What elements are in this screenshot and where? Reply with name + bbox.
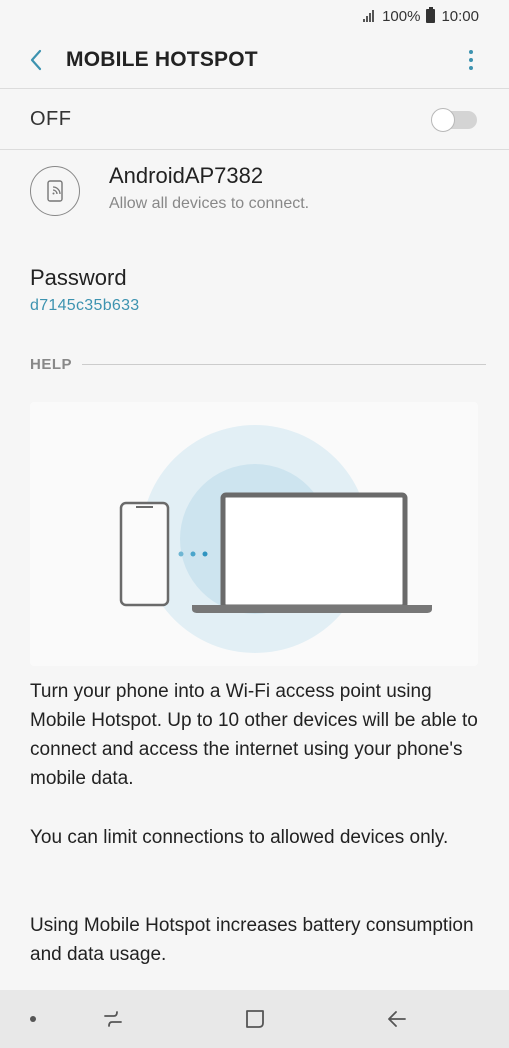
- network-name: AndroidAP7382: [109, 163, 264, 188]
- nav-hide-dot[interactable]: [30, 1016, 36, 1022]
- hotspot-toggle[interactable]: [431, 108, 477, 132]
- app-bar: MOBILE HOTSPOT: [0, 32, 509, 88]
- password-row[interactable]: Password d7145c35b633: [0, 258, 509, 326]
- help-paragraph: You can limit connections to allowed dev…: [30, 827, 449, 848]
- back-icon: [388, 1011, 406, 1027]
- password-label: Password: [30, 265, 127, 290]
- home-button[interactable]: [235, 1002, 275, 1036]
- back-arrow-icon: [30, 49, 42, 71]
- recents-icon: [104, 1011, 122, 1027]
- help-label: HELP: [30, 355, 73, 373]
- battery-icon: [426, 7, 436, 23]
- password-value: d7145c35b633: [30, 297, 140, 314]
- status-bar: 100% 10:00: [0, 0, 509, 32]
- more-vert-icon: [469, 50, 473, 70]
- network-name-row[interactable]: AndroidAP7382 Allow all devices to conne…: [0, 150, 509, 230]
- back-nav-button[interactable]: [377, 1002, 417, 1036]
- help-paragraph: Turn your phone into a Wi-Fi access poin…: [30, 681, 478, 789]
- help-section-header: HELP: [30, 352, 486, 376]
- navigation-bar: [0, 990, 509, 1048]
- battery-percentage: 100%: [382, 7, 421, 25]
- clock: 10:00: [441, 7, 479, 25]
- hotspot-switch-label: OFF: [30, 107, 72, 130]
- toggle-thumb: [431, 108, 455, 132]
- network-subtitle: Allow all devices to connect.: [109, 195, 310, 212]
- hotspot-device-icon: [30, 166, 80, 216]
- divider: [82, 363, 486, 365]
- page-title: MOBILE HOTSPOT: [66, 48, 258, 71]
- hotspot-switch-row[interactable]: OFF: [0, 88, 509, 150]
- recents-button[interactable]: [93, 1002, 133, 1036]
- signal-icon: [363, 10, 375, 22]
- phone-to-laptop-illustration: [30, 402, 478, 666]
- back-button[interactable]: [14, 38, 58, 82]
- more-options-button[interactable]: [457, 46, 485, 74]
- home-icon: [246, 1010, 264, 1028]
- help-paragraph: Using Mobile Hotspot increases battery c…: [30, 915, 474, 965]
